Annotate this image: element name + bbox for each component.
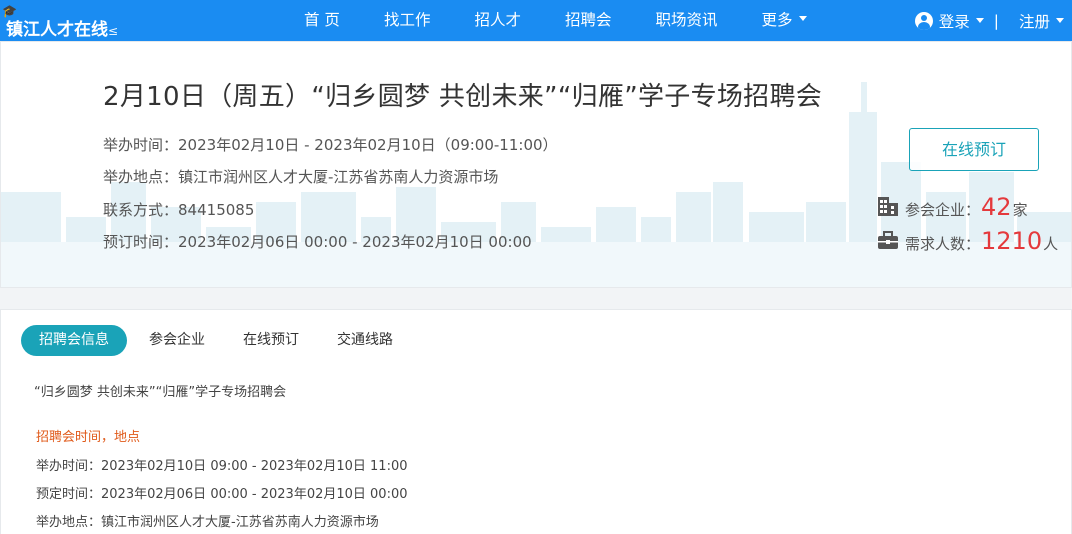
booking-time-row: 预订时间：2023年02月06日 00:00 - 2023年02月10日 00:… [103,231,532,252]
chevron-down-icon [1056,18,1064,23]
field-label: 举办时间： [103,136,179,154]
user-icon [914,11,933,30]
nav-item-job-fair[interactable]: 招聘会 [543,0,634,41]
field-label: 预定时间： [36,487,102,502]
companies-count: 42 [981,193,1012,221]
field-value: 镇江市润州区人才大厦-江苏省苏南人力资源市场 [178,168,499,186]
detail-booking-row: 预定时间：2023年02月06日 00:00 - 2023年02月10日 00:… [36,483,408,502]
field-value: 2023年02月06日 00:00 - 2023年02月10日 00:00 [178,233,532,251]
nav-item-label: 找工作 [383,11,431,29]
nav-item-label: 首 页 [304,11,340,29]
register-link[interactable]: 注册 [1019,10,1064,32]
site-logo[interactable]: 🎓 镇江人才在线≤ [0,4,130,40]
nav-item-label: 招聘会 [564,11,612,29]
job-fair-header: 2月10日（周五）“归乡圆梦 共创未来”“归雁”学子专场招聘会 举办时间：202… [0,41,1072,288]
logo-text: 镇江人才在线≤ [6,20,119,40]
nav-item-news[interactable]: 职场资讯 [633,0,739,41]
main-menu: 首 页 找工作 招人才 招聘会 职场资讯 更多 [288,0,829,41]
online-booking-button[interactable]: 在线预订 [909,128,1039,171]
stat-label: 参会企业： [905,201,981,219]
field-value: 2023年02月10日 09:00 - 2023年02月10日 11:00 [101,459,408,474]
field-value: 84415085 [178,201,255,219]
briefcase-icon [878,231,898,249]
building-icon [878,197,898,216]
demand-count: 1210 [981,227,1043,255]
fair-subtitle: “归乡圆梦 共创未来”“归雁”学子专场招聘会 [34,385,287,400]
nav-separator: | [993,11,999,30]
field-label: 举办地点： [103,168,179,186]
detail-place-row: 举办地点：镇江市润州区人才大厦-江苏省苏南人力资源市场 [36,511,379,530]
hold-time-row: 举办时间：2023年02月10日 - 2023年02月10日（09:00-11:… [103,134,558,155]
field-label: 联系方式： [103,201,179,219]
field-value: 2023年02月10日 - 2023年02月10日（09:00-11:00） [178,136,558,154]
register-label: 注册 [1018,12,1050,31]
detail-time-row: 举办时间：2023年02月10日 09:00 - 2023年02月10日 11:… [36,455,408,474]
nav-item-home[interactable]: 首 页 [288,0,362,41]
field-value: 镇江市润州区人才大厦-江苏省苏南人力资源市场 [101,515,379,530]
chevron-down-icon[interactable] [975,18,984,23]
nav-item-label: 更多 [761,11,793,29]
nav-item-label: 招人才 [474,11,521,29]
field-value: 2023年02月06日 00:00 - 2023年02月10日 00:00 [101,487,408,502]
top-nav: 🎓 镇江人才在线≤ 首 页 找工作 招人才 招聘会 职场资讯 更多 登录 | 注… [0,0,1072,41]
tab-transport[interactable]: 交通线路 [321,325,409,356]
nav-item-find-job[interactable]: 找工作 [362,0,453,41]
field-label: 举办时间： [36,459,102,474]
nav-item-more[interactable]: 更多 [740,0,829,41]
demand-stat: 需求人数： 1210 人 [877,226,1058,254]
contact-row: 联系方式：84415085 [103,199,254,220]
nav-item-recruit[interactable]: 招人才 [452,0,543,41]
user-area: 登录 | 注册 [914,0,1072,41]
tab-fair-info[interactable]: 招聘会信息 [21,325,127,356]
job-fair-title: 2月10日（周五）“归乡圆梦 共创未来”“归雁”学子专场招聘会 [103,82,823,112]
login-link[interactable]: 登录 [939,10,970,32]
chevron-down-icon [798,16,807,21]
hold-place-row: 举办地点：镇江市润州区人才大厦-江苏省苏南人力资源市场 [103,166,498,187]
tab-online-booking[interactable]: 在线预订 [227,325,315,356]
nav-item-label: 职场资讯 [655,11,718,29]
tab-companies[interactable]: 参会企业 [133,325,221,356]
stat-label: 需求人数： [905,235,981,253]
companies-stat: 参会企业： 42 家 [877,192,1028,220]
stat-unit: 家 [1012,201,1028,219]
section-title: 招聘会时间，地点 [36,430,141,445]
job-fair-details: 招聘会信息 参会企业 在线预订 交通线路 “归乡圆梦 共创未来”“归雁”学子专场… [0,309,1072,534]
stat-unit: 人 [1043,235,1059,253]
field-label: 预订时间： [103,233,179,251]
detail-tabs: 招聘会信息 参会企业 在线预订 交通线路 [21,325,415,356]
field-label: 举办地点： [36,515,102,530]
